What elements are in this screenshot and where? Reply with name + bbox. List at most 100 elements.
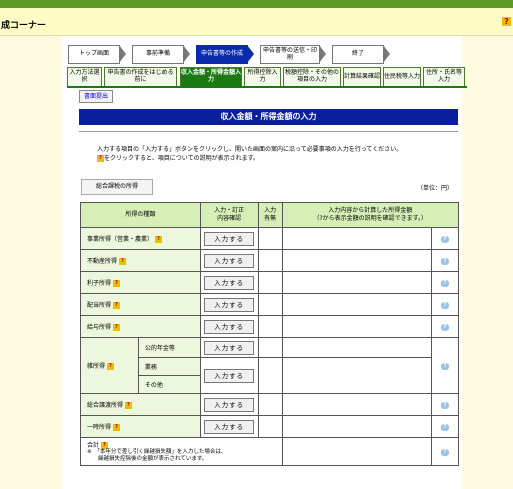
amount-cell [281, 393, 433, 416]
help-icon[interactable]: ? [112, 302, 120, 309]
row-label: 利子所得 ? [80, 271, 201, 294]
corner-title: 成コーナー [1, 21, 47, 31]
instructions: 入力する項目の「入力する」ボタンをクリックし、開いた画面の案内に沿って必要事項の… [97, 145, 457, 163]
help-icon[interactable]: ? [124, 402, 132, 409]
title-bar: 成コーナー [0, 8, 513, 36]
explain-icon[interactable]: ? [441, 279, 449, 287]
help-icon[interactable]: ? [154, 236, 162, 243]
substep-tax-credit: 税額控除・その他の項目の入力 [283, 67, 341, 87]
row-label: 配当所得 ? [80, 293, 201, 316]
input-button[interactable]: 入力する [204, 275, 255, 290]
row-label-text: 一時所得 [87, 424, 112, 431]
col-header-amount: 入力内容から計算した所得金額 （?から表示金額の説明を確認できます。） [281, 202, 460, 228]
status-cell [257, 315, 283, 338]
help-icon[interactable]: ? [118, 258, 126, 265]
row-label-text: 不動産所得 [87, 258, 118, 265]
input-button[interactable]: 入力する [204, 231, 255, 246]
row-label-text: 給与所得 [87, 324, 112, 331]
explain-icon[interactable]: ? [441, 448, 449, 456]
substep-result: 計算結果確認 [343, 67, 381, 87]
instruction-line-2: をクリックすると、項目についての説明が表示されます。 [104, 155, 259, 162]
input-cell: 入力する [199, 227, 259, 250]
row-label: 総合譲渡所得 ? [80, 393, 201, 416]
explain-cell: ? [431, 315, 459, 338]
row-label: 雑所得 ? [80, 337, 139, 394]
row-label-text: 総合譲渡所得 [87, 402, 124, 409]
input-button[interactable]: 入力する [204, 340, 255, 355]
col-header-status: 入力 有無 [257, 202, 283, 228]
substep-method: 入力方法選択 [67, 67, 102, 87]
step-send: 申告書等の送信・印刷 [260, 45, 320, 64]
page-title: 収入金額・所得金額の入力 [79, 109, 458, 125]
explain-icon[interactable]: ? [441, 362, 449, 370]
table-row-total: 合計 ? ※ 「本年分で差し引く繰越損失額」を入力した場合は、 繰越損失控除後の… [80, 437, 459, 466]
step-top: トップ画面 [68, 45, 120, 64]
table-header-row: 所得の種類 入力・訂正 内容確認 入力 有無 入力内容から計算した所得金額 （?… [80, 202, 460, 228]
explain-icon[interactable]: ? [441, 235, 449, 243]
row-label: 給与所得 ? [80, 315, 201, 338]
help-icon[interactable]: ? [100, 442, 108, 449]
sub-row-label: その他 [137, 375, 201, 394]
input-button[interactable]: 入力する [204, 253, 255, 268]
help-icon[interactable]: ? [112, 424, 120, 431]
substep-deduction: 所得控除入力 [244, 67, 281, 87]
explain-icon[interactable]: ? [441, 423, 449, 431]
step-arrow [319, 45, 326, 63]
help-icon[interactable]: ? [106, 363, 114, 370]
sub-row-label: 業務 [137, 357, 201, 376]
row-label: 事業所得（営業・農業） ? [80, 227, 201, 250]
table-row: 一時所得 ? 入力する ? [80, 415, 459, 438]
table-row: 不動産所得 ? 入力する ? [80, 249, 459, 272]
explain-cell: ? [431, 337, 459, 394]
amount-cell [281, 437, 433, 466]
amount-cell [281, 293, 433, 316]
amount-cell [281, 249, 433, 272]
explain-icon[interactable]: ? [441, 323, 449, 331]
total-label-cell: 合計 ? ※ 「本年分で差し引く繰越損失額」を入力した場合は、 繰越損失控除後の… [80, 437, 283, 466]
paper-submit-button[interactable]: 書面提出 [79, 90, 113, 103]
input-cell: 入力する [199, 293, 259, 316]
amount-cell [281, 337, 433, 358]
explain-icon[interactable]: ? [441, 401, 449, 409]
input-button[interactable]: 入力する [204, 297, 255, 312]
substep-before: 申告書の作成をはじめる前に [104, 67, 177, 87]
help-icon[interactable]: ? [112, 280, 120, 287]
amount-cell [281, 227, 433, 250]
explain-cell: ? [431, 293, 459, 316]
amount-cell [281, 315, 433, 338]
step-end: 終了 [332, 45, 384, 64]
explain-cell: ? [431, 415, 459, 438]
input-button[interactable]: 入力する [204, 368, 255, 383]
explain-icon[interactable]: ? [441, 301, 449, 309]
step-arrow [183, 45, 190, 63]
row-label-text: 事業所得（営業・農業） [87, 236, 154, 243]
divider [79, 131, 458, 132]
explain-cell: ? [431, 249, 459, 272]
row-label: 不動産所得 ? [80, 249, 201, 272]
amount-cell [281, 415, 433, 438]
help-icon[interactable]: ? [502, 17, 511, 26]
step-prep: 事前準備 [132, 45, 184, 64]
status-cell [257, 393, 283, 416]
status-cell [257, 337, 283, 358]
sub-row-label: 公的年金等 [137, 337, 201, 358]
input-button[interactable]: 入力する [204, 397, 255, 412]
input-button[interactable]: 入力する [204, 419, 255, 434]
step-arrow [119, 45, 126, 63]
substep-underline [67, 86, 467, 88]
top-bar [0, 0, 513, 8]
row-label-text: 雑所得 [87, 363, 106, 370]
explain-cell: ? [431, 437, 459, 466]
explain-icon[interactable]: ? [441, 257, 449, 265]
substep-resident-tax: 住民税等入力 [383, 67, 421, 87]
table-row: 給与所得 ? 入力する ? [80, 315, 459, 338]
col-header-input: 入力・訂正 内容確認 [199, 202, 259, 228]
input-button[interactable]: 入力する [204, 319, 255, 334]
tab-general-income[interactable]: 総合課税の所得 [81, 179, 153, 195]
input-cell: 入力する [199, 315, 259, 338]
input-cell: 入力する [199, 337, 259, 358]
help-icon[interactable]: ? [112, 324, 120, 331]
status-cell [257, 249, 283, 272]
explain-cell: ? [431, 393, 459, 416]
table-row: 雑所得 ? 公的年金等 入力する ? [80, 337, 459, 394]
